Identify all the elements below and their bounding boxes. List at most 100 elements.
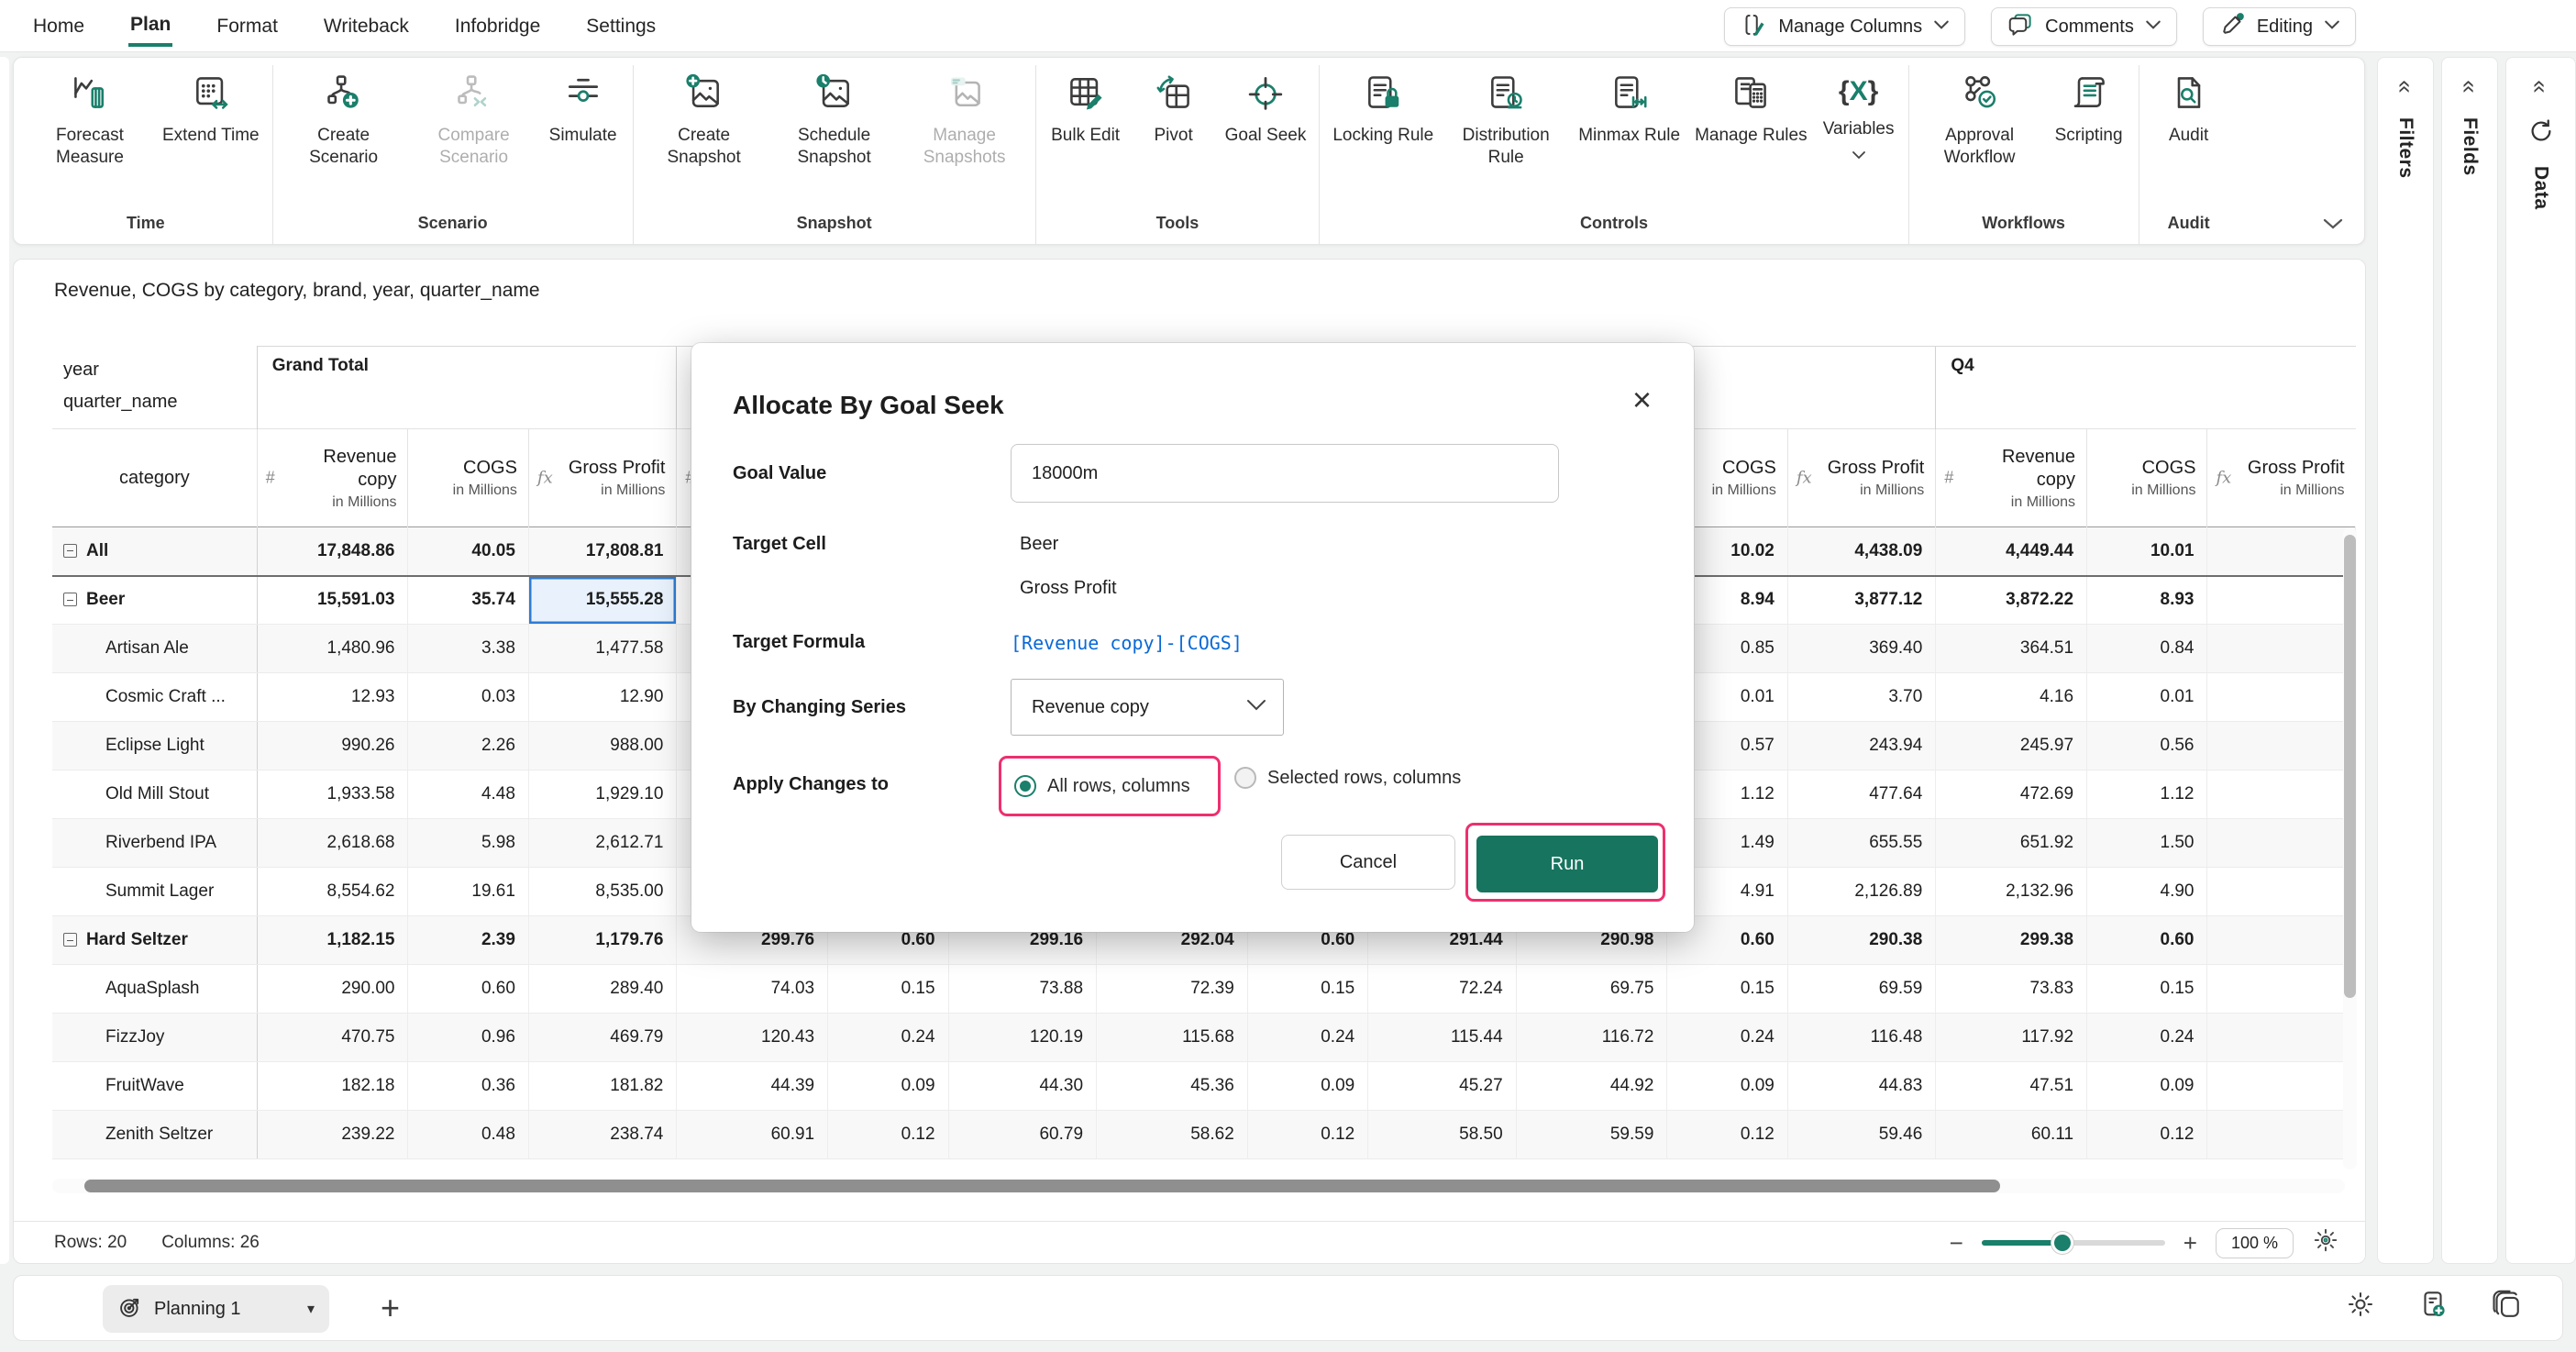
data-cell[interactable]: 990.26	[257, 722, 408, 770]
data-cell[interactable]: 12.93	[257, 673, 408, 722]
settings-gear-icon[interactable]	[2346, 1290, 2375, 1324]
data-cell[interactable]: 2.26	[408, 722, 528, 770]
data-cell[interactable]: 59.59	[1516, 1111, 1667, 1159]
data-cell[interactable]: 299.38	[1936, 916, 2087, 965]
data-cell[interactable]: 117.92	[1936, 1014, 2087, 1062]
data-cell[interactable]: 72.24	[1368, 965, 1516, 1014]
ribbon-button-distribution-rule[interactable]: Distribution Rule	[1441, 65, 1571, 169]
data-cell[interactable]: 15,591.03	[257, 576, 408, 625]
ribbon-button-scripting[interactable]: Scripting	[2045, 65, 2133, 147]
ribbon-button-pivot[interactable]: Pivot	[1130, 65, 1218, 147]
ribbon-button-schedule-snapshot[interactable]: Schedule Snapshot	[769, 65, 900, 169]
copy-pages-icon[interactable]	[2491, 1289, 2522, 1324]
data-cell[interactable]: 477.64	[1787, 770, 1935, 819]
horizontal-scrollbar-thumb[interactable]	[84, 1180, 2000, 1192]
side-panel-fields[interactable]: «Fields	[2441, 57, 2498, 1264]
goal-value-input[interactable]	[1011, 444, 1559, 503]
data-cell[interactable]: 369.40	[1787, 625, 1935, 673]
row-label-zenith-seltzer[interactable]: Zenith Seltzer	[52, 1111, 257, 1159]
data-cell[interactable]: 60.91	[677, 1111, 828, 1159]
data-cell[interactable]: 3.38	[408, 625, 528, 673]
data-cell[interactable]: 1,480.96	[257, 625, 408, 673]
data-cell[interactable]: 243.94	[1787, 722, 1935, 770]
data-cell[interactable]: 58.62	[1097, 1111, 1248, 1159]
data-cell[interactable]: 1,929.10	[528, 770, 676, 819]
data-cell[interactable]: 245.97	[1936, 722, 2087, 770]
ribbon-button-locking-rule[interactable]: Locking Rule	[1325, 65, 1441, 147]
data-cell[interactable]: 17,848.86	[257, 527, 408, 576]
horizontal-scrollbar[interactable]	[52, 1179, 2345, 1193]
data-cell[interactable]: 115.44	[1368, 1014, 1516, 1062]
data-cell[interactable]: 0.24	[1247, 1014, 1367, 1062]
ribbon-button-variables[interactable]: {X}Variables	[1815, 65, 1903, 164]
menu-item-home[interactable]: Home	[31, 6, 86, 45]
view-control-manage-columns[interactable]: Manage Columns	[1724, 7, 1965, 46]
data-cell[interactable]: 1,182.15	[257, 916, 408, 965]
data-cell[interactable]: 472.69	[1936, 770, 2087, 819]
data-cell[interactable]: 0.60	[2087, 916, 2207, 965]
data-cell[interactable]: 0.24	[1667, 1014, 1787, 1062]
data-cell[interactable]: 364.51	[1936, 625, 2087, 673]
data-cell[interactable]: 72.39	[1097, 965, 1248, 1014]
data-cell[interactable]: 0.12	[1667, 1111, 1787, 1159]
zoom-out-button[interactable]: −	[1950, 1231, 1963, 1255]
data-cell[interactable]	[2207, 1014, 2356, 1062]
data-cell[interactable]: 1,179.76	[528, 916, 676, 965]
data-cell[interactable]: 0.48	[408, 1111, 528, 1159]
data-cell[interactable]: 239.22	[257, 1111, 408, 1159]
row-label-all[interactable]: All	[52, 527, 257, 576]
collapse-box-icon[interactable]	[63, 593, 77, 606]
row-label-aquasplash[interactable]: AquaSplash	[52, 965, 257, 1014]
data-cell[interactable]	[2207, 576, 2356, 625]
data-cell[interactable]: 120.19	[948, 1014, 1096, 1062]
view-control-editing[interactable]: Editing	[2203, 7, 2356, 46]
data-cell[interactable]: 0.01	[2087, 673, 2207, 722]
sheet-tab-caret-icon[interactable]: ▾	[307, 1300, 315, 1318]
vertical-scrollbar[interactable]	[2343, 527, 2357, 1169]
data-cell[interactable]: 0.84	[2087, 625, 2207, 673]
ribbon-button-forecast-measure[interactable]: Forecast Measure	[25, 65, 155, 169]
row-label-cosmic-craft-[interactable]: Cosmic Craft ...	[52, 673, 257, 722]
data-cell[interactable]: 1,933.58	[257, 770, 408, 819]
data-cell[interactable]: 0.03	[408, 673, 528, 722]
sheet-tab-planning-1[interactable]: Planning 1 ▾	[103, 1285, 329, 1333]
view-control-comments[interactable]: Comments	[1991, 7, 2177, 46]
data-cell[interactable]: 290.00	[257, 965, 408, 1014]
data-cell[interactable]: 120.43	[677, 1014, 828, 1062]
data-cell[interactable]: 0.15	[1247, 965, 1367, 1014]
zoom-level-value[interactable]: 100 %	[2216, 1228, 2294, 1258]
data-cell[interactable]: 182.18	[257, 1062, 408, 1111]
measure-header-revenue-copy[interactable]: #Revenue copyin Millions	[257, 429, 408, 527]
measure-header-cogs[interactable]: COGSin Millions	[408, 429, 528, 527]
data-cell[interactable]: 60.79	[948, 1111, 1096, 1159]
data-cell[interactable]: 289.40	[528, 965, 676, 1014]
ribbon-button-create-scenario[interactable]: Create Scenario	[279, 65, 409, 169]
data-cell[interactable]: 0.56	[2087, 722, 2207, 770]
row-label-riverbend-ipa[interactable]: Riverbend IPA	[52, 819, 257, 868]
data-cell[interactable]: 988.00	[528, 722, 676, 770]
data-cell[interactable]: 0.60	[408, 965, 528, 1014]
data-cell[interactable]: 4.16	[1936, 673, 2087, 722]
data-cell[interactable]: 4.48	[408, 770, 528, 819]
data-cell[interactable]: 469.79	[528, 1014, 676, 1062]
data-cell[interactable]	[2207, 625, 2356, 673]
collapse-chevron-icon[interactable]: «	[2456, 80, 2484, 93]
data-cell[interactable]: 59.46	[1787, 1111, 1935, 1159]
category-column-header[interactable]: category	[52, 429, 257, 527]
data-cell[interactable]: 2,612.71	[528, 819, 676, 868]
ribbon-collapse-chevron-icon[interactable]	[2322, 217, 2344, 235]
data-cell[interactable]: 0.96	[408, 1014, 528, 1062]
data-cell[interactable]: 1.12	[2087, 770, 2207, 819]
ribbon-button-manage-rules[interactable]: Manage Rules	[1687, 65, 1815, 147]
data-cell[interactable]: 3.70	[1787, 673, 1935, 722]
zoom-in-button[interactable]: +	[2184, 1231, 2197, 1255]
data-cell[interactable]: 0.24	[2087, 1014, 2207, 1062]
data-cell[interactable]: 5.98	[408, 819, 528, 868]
side-panel-filters[interactable]: «Filters	[2377, 57, 2434, 1264]
measure-header-revenue-copy[interactable]: #Revenue copyin Millions	[1936, 429, 2087, 527]
data-cell[interactable]: 17,808.81	[528, 527, 676, 576]
data-cell[interactable]: 290.38	[1787, 916, 1935, 965]
data-cell[interactable]: 58.50	[1368, 1111, 1516, 1159]
measure-header-gross-profit[interactable]: fxGross Profitin Millions	[2207, 429, 2356, 527]
data-cell[interactable]: 0.15	[2087, 965, 2207, 1014]
